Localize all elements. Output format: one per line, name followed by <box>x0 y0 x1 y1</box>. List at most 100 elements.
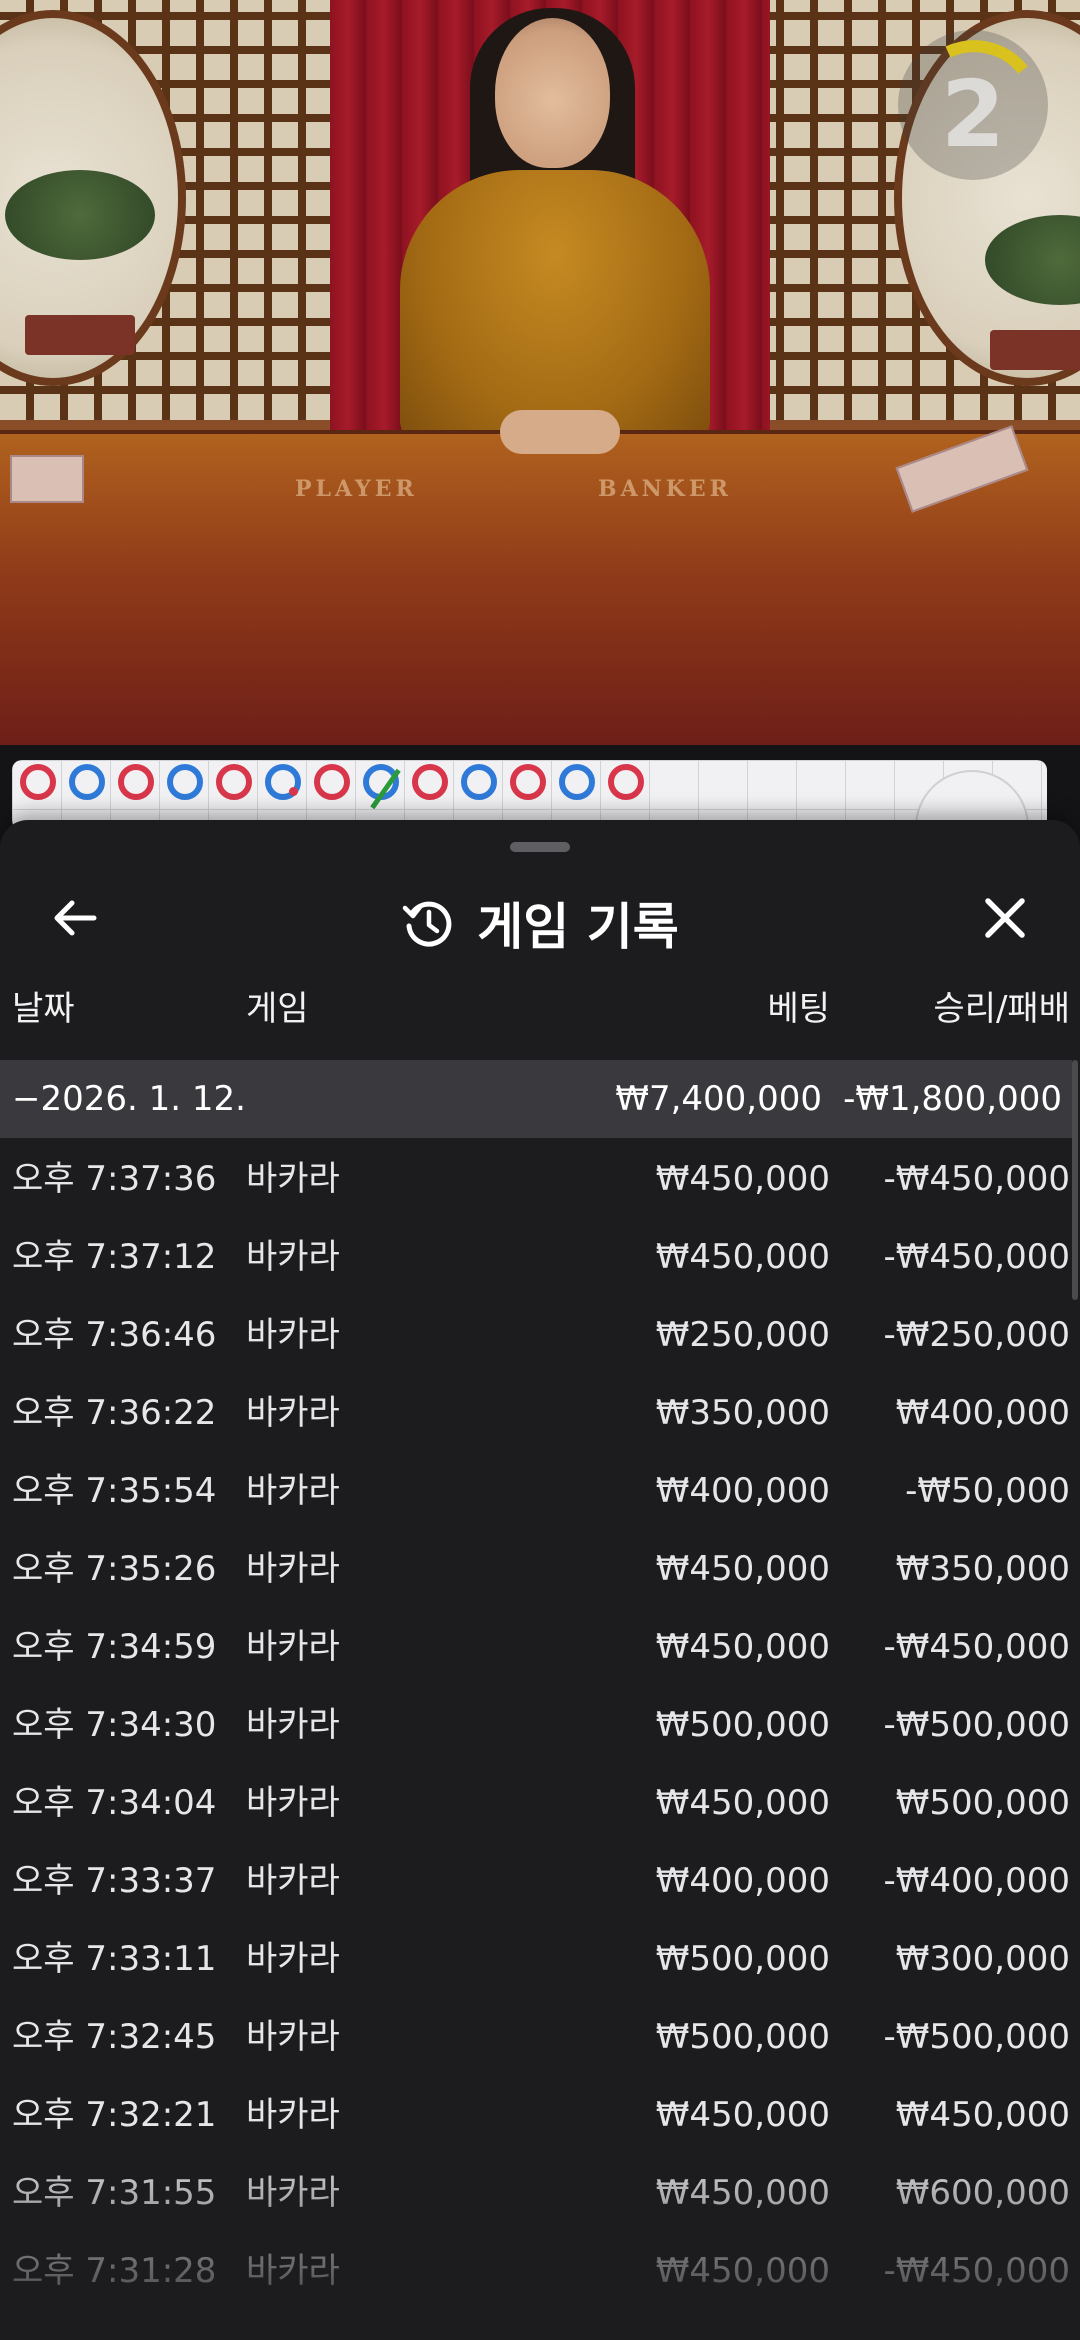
row-game: 바카라 <box>246 1627 340 1667</box>
bead-banker <box>118 764 154 800</box>
row-bet: ₩450,000 <box>655 2251 830 2291</box>
row-time: 오후 7:35:26 <box>12 1549 217 1589</box>
history-row[interactable]: 오후 7:33:37 바카라 ₩400,000 -₩400,000 <box>0 1842 1080 1920</box>
bead-player <box>461 764 497 800</box>
row-bet: ₩450,000 <box>655 2095 830 2135</box>
history-row[interactable]: 오후 7:31:28 바카라 ₩450,000 -₩450,000 <box>0 2232 1080 2310</box>
bead-banker <box>20 764 56 800</box>
history-row[interactable]: 오후 7:34:30 바카라 ₩500,000 -₩500,000 <box>0 1686 1080 1764</box>
history-row[interactable]: 오후 7:34:59 바카라 ₩450,000 -₩450,000 <box>0 1608 1080 1686</box>
column-result[interactable]: 승리/패배 <box>933 980 1070 1038</box>
sheet-title: 게임 기록 <box>477 898 679 956</box>
pot-right <box>990 330 1080 370</box>
row-bet: ₩350,000 <box>655 1393 830 1433</box>
row-game: 바카라 <box>246 1939 340 1979</box>
row-bet: ₩450,000 <box>655 1783 830 1823</box>
game-history-sheet: 게임 기록 날짜 게임 베팅 승리/패배 −2026. 1. 12. ₩7,40… <box>0 820 1080 2340</box>
row-bet: ₩400,000 <box>655 1861 830 1901</box>
row-result: ₩300,000 <box>895 1939 1070 1979</box>
bead-banker <box>608 764 644 800</box>
sheet-header: 게임 기록 <box>0 878 1080 968</box>
table-header: 날짜 게임 베팅 승리/패배 <box>0 980 1080 1038</box>
row-game: 바카라 <box>246 1159 340 1199</box>
table-label-banker: BANKER <box>598 476 732 502</box>
summary-date: −2026. 1. 12. <box>12 1079 246 1119</box>
row-bet: ₩450,000 <box>655 1549 830 1589</box>
row-game: 바카라 <box>246 1237 340 1277</box>
row-time: 오후 7:34:30 <box>12 1705 217 1745</box>
row-game: 바카라 <box>246 1783 340 1823</box>
history-row[interactable]: 오후 7:37:12 바카라 ₩450,000 -₩450,000 <box>0 1218 1080 1296</box>
history-row[interactable]: 오후 7:35:54 바카라 ₩400,000 -₩50,000 <box>0 1452 1080 1530</box>
row-time: 오후 7:34:59 <box>12 1627 217 1667</box>
row-result: ₩350,000 <box>895 1549 1070 1589</box>
history-row[interactable]: 오후 7:35:26 바카라 ₩450,000 ₩350,000 <box>0 1530 1080 1608</box>
bead-player <box>559 764 595 800</box>
bead-player <box>265 764 301 800</box>
row-game: 바카라 <box>246 2017 340 2057</box>
sheet-drag-handle[interactable] <box>510 842 570 852</box>
row-result: -₩50,000 <box>905 1471 1070 1511</box>
history-row[interactable]: 오후 7:36:22 바카라 ₩350,000 ₩400,000 <box>0 1374 1080 1452</box>
banker-pair-dot <box>289 787 298 796</box>
summary-bet-total: ₩7,400,000 <box>615 1079 822 1119</box>
row-game: 바카라 <box>246 2251 340 2291</box>
bead-banker <box>314 764 350 800</box>
row-result: -₩500,000 <box>883 1705 1071 1745</box>
bead-banker <box>510 764 546 800</box>
row-result: -₩250,000 <box>883 1315 1071 1355</box>
row-result: ₩500,000 <box>895 1783 1070 1823</box>
row-bet: ₩450,000 <box>655 1237 830 1277</box>
date-group-summary[interactable]: −2026. 1. 12. ₩7,400,000 -₩1,800,000 <box>0 1060 1072 1138</box>
row-result: -₩400,000 <box>883 1861 1071 1901</box>
row-bet: ₩500,000 <box>655 1705 830 1745</box>
summary-result-total: -₩1,800,000 <box>843 1079 1062 1119</box>
history-icon <box>403 901 452 947</box>
row-time: 오후 7:37:36 <box>12 1159 217 1199</box>
history-row[interactable]: 오후 7:32:45 바카라 ₩500,000 -₩500,000 <box>0 1998 1080 2076</box>
pot-left <box>25 315 135 355</box>
row-time: 오후 7:33:37 <box>12 1861 217 1901</box>
bead-banker <box>412 764 448 800</box>
row-time: 오후 7:32:45 <box>12 2017 217 2057</box>
table-label-player: PLAYER <box>295 476 418 502</box>
bead-player <box>167 764 203 800</box>
column-game[interactable]: 게임 <box>246 980 309 1038</box>
history-row[interactable]: 오후 7:36:46 바카라 ₩250,000 -₩250,000 <box>0 1296 1080 1374</box>
bonsai-left <box>5 170 155 260</box>
column-date[interactable]: 날짜 <box>12 980 75 1038</box>
close-icon[interactable] <box>975 888 1035 948</box>
discard-tray <box>10 455 84 503</box>
row-result: -₩450,000 <box>883 2251 1071 2291</box>
row-time: 오후 7:35:54 <box>12 1471 217 1511</box>
bead-player <box>69 764 105 800</box>
row-result: -₩450,000 <box>883 1159 1071 1199</box>
countdown-timer: 2 <box>898 30 1048 180</box>
row-game: 바카라 <box>246 1861 340 1901</box>
row-game: 바카라 <box>246 1471 340 1511</box>
row-bet: ₩400,000 <box>655 1471 830 1511</box>
bead-banker <box>216 764 252 800</box>
row-time: 오후 7:31:55 <box>12 2173 217 2213</box>
row-result: -₩450,000 <box>883 1627 1071 1667</box>
history-row[interactable]: 오후 7:34:04 바카라 ₩450,000 ₩500,000 <box>0 1764 1080 1842</box>
row-game: 바카라 <box>246 1393 340 1433</box>
row-result: ₩450,000 <box>895 2095 1070 2135</box>
row-result: -₩500,000 <box>883 2017 1071 2057</box>
row-time: 오후 7:36:22 <box>12 1393 217 1433</box>
row-time: 오후 7:37:12 <box>12 1237 217 1277</box>
row-time: 오후 7:33:11 <box>12 1939 217 1979</box>
timer-value: 2 <box>940 61 1005 168</box>
row-game: 바카라 <box>246 1315 340 1355</box>
history-row[interactable]: 오후 7:32:21 바카라 ₩450,000 ₩450,000 <box>0 2076 1080 2154</box>
bead-player-tie <box>363 764 401 810</box>
dealer-body <box>400 170 710 450</box>
history-row[interactable]: 오후 7:33:11 바카라 ₩500,000 ₩300,000 <box>0 1920 1080 1998</box>
row-bet: ₩500,000 <box>655 2017 830 2057</box>
row-bet: ₩250,000 <box>655 1315 830 1355</box>
column-bet[interactable]: 베팅 <box>767 980 830 1038</box>
history-row[interactable]: 오후 7:37:36 바카라 ₩450,000 -₩450,000 <box>0 1140 1080 1218</box>
row-bet: ₩450,000 <box>655 1627 830 1667</box>
history-row[interactable]: 오후 7:31:55 바카라 ₩450,000 ₩600,000 <box>0 2154 1080 2232</box>
row-game: 바카라 <box>246 2095 340 2135</box>
